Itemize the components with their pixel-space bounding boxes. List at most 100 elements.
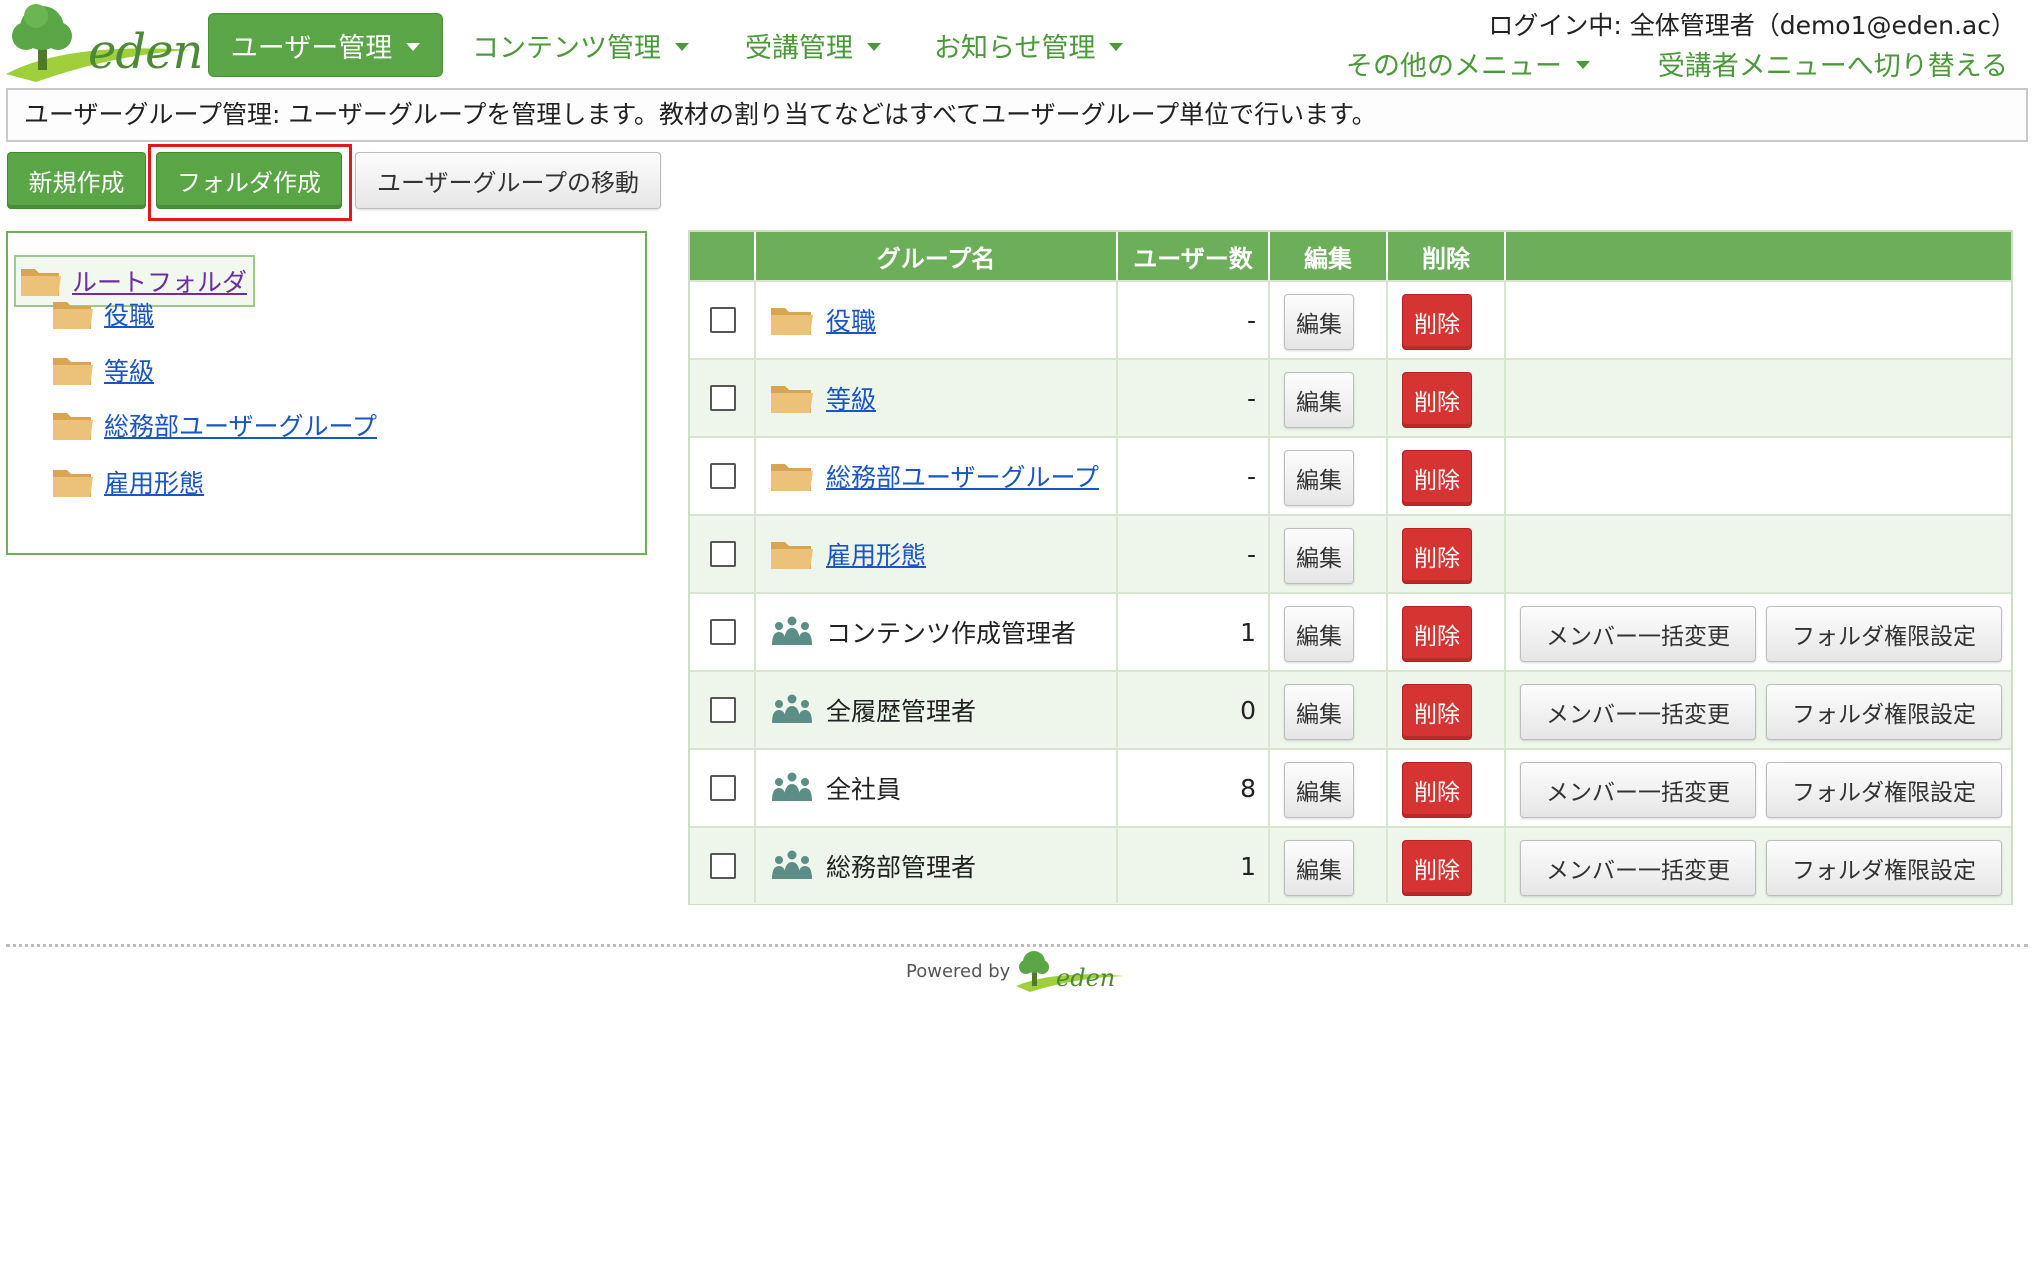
edit-button[interactable]: 編集 <box>1284 294 1354 350</box>
row-checkbox[interactable] <box>710 697 736 723</box>
user-count: 1 <box>1240 851 1256 881</box>
group-name-cell: 総務部管理者 <box>770 828 976 904</box>
edit-button[interactable]: 編集 <box>1284 450 1354 506</box>
folder-permission-button[interactable]: フォルダ権限設定 <box>1766 684 2002 740</box>
caret-down-icon <box>675 42 689 51</box>
delete-button[interactable]: 削除 <box>1402 684 1472 740</box>
table-row: 雇用形態 - 編集 削除 <box>690 514 2011 592</box>
create-folder-button[interactable]: フォルダ作成 <box>156 152 342 209</box>
nav-course-management-label: 受講管理 <box>745 32 853 64</box>
powered-by: Powered by eden <box>906 946 1125 996</box>
group-name-link[interactable]: 雇用形態 <box>826 536 926 572</box>
delete-button[interactable]: 削除 <box>1402 840 1472 896</box>
row-checkbox[interactable] <box>710 463 736 489</box>
logo-text: eden <box>88 24 203 80</box>
eden-logo[interactable]: eden <box>6 2 203 82</box>
edit-button[interactable]: 編集 <box>1284 606 1354 662</box>
nav-content-management[interactable]: コンテンツ管理 <box>472 13 689 77</box>
folder-tree: ルートフォルダ 役職 等級 総務部ユーザーグループ 雇用形態 <box>6 231 647 555</box>
table-row: 全社員 8 編集 削除 メンバー一括変更 フォルダ権限設定 <box>690 748 2011 826</box>
user-group-icon <box>770 771 814 805</box>
edit-button[interactable]: 編集 <box>1284 684 1354 740</box>
nav-notice-management[interactable]: お知らせ管理 <box>934 13 1124 77</box>
column-divider <box>754 280 756 903</box>
delete-button[interactable]: 削除 <box>1402 606 1472 662</box>
delete-button[interactable]: 削除 <box>1402 528 1472 584</box>
group-name-link[interactable]: 等級 <box>826 380 876 416</box>
row-checkbox[interactable] <box>710 541 736 567</box>
tree-folder-link[interactable]: 総務部ユーザーグループ <box>104 407 377 443</box>
delete-button[interactable]: 削除 <box>1402 762 1472 818</box>
nav-user-management-label: ユーザー管理 <box>230 32 393 64</box>
group-name-text: 全社員 <box>826 775 902 804</box>
column-divider <box>1386 280 1388 903</box>
usergroup-table: グループ名 ユーザー数 編集 削除 役職 - 編集 削除 等級 - 編集 削除 … <box>688 230 2013 905</box>
folder-permission-button[interactable]: フォルダ権限設定 <box>1766 762 2002 818</box>
tree-folder-item[interactable]: 総務部ユーザーグループ <box>52 408 377 442</box>
row-checkbox[interactable] <box>710 619 736 645</box>
edit-button[interactable]: 編集 <box>1284 762 1354 818</box>
eden-small-logo-icon: eden <box>1016 951 1125 992</box>
column-divider <box>1116 280 1118 903</box>
table-row: 総務部ユーザーグループ - 編集 削除 <box>690 436 2011 514</box>
user-group-icon <box>770 615 814 649</box>
powered-by-text: Powered by <box>906 960 1011 982</box>
nav-content-management-label: コンテンツ管理 <box>472 32 661 64</box>
table-row: 役職 - 編集 削除 <box>690 280 2011 358</box>
tree-folder-item[interactable]: 役職 <box>52 297 154 331</box>
delete-button[interactable]: 削除 <box>1402 294 1472 350</box>
group-name-cell: 全社員 <box>770 750 901 826</box>
bulk-member-change-button[interactable]: メンバー一括変更 <box>1520 606 1756 662</box>
row-checkbox[interactable] <box>710 775 736 801</box>
table-row: 等級 - 編集 削除 <box>690 358 2011 436</box>
other-menu[interactable]: その他のメニュー <box>1346 44 1590 83</box>
new-button[interactable]: 新規作成 <box>7 152 146 209</box>
header-user-count: ユーザー数 <box>1118 232 1270 280</box>
nav-course-management[interactable]: 受講管理 <box>745 13 881 77</box>
delete-button[interactable]: 削除 <box>1402 450 1472 506</box>
folder-icon <box>20 264 62 298</box>
delete-button[interactable]: 削除 <box>1402 372 1472 428</box>
move-usergroup-button[interactable]: ユーザーグループの移動 <box>355 152 661 209</box>
row-checkbox[interactable] <box>710 853 736 879</box>
folder-icon <box>770 459 814 493</box>
tree-folder-item[interactable]: 雇用形態 <box>52 465 204 499</box>
folder-icon <box>770 537 814 571</box>
switch-to-learner-menu-link[interactable]: 受講者メニューへ切り替える <box>1658 44 2008 83</box>
user-count: 1 <box>1240 617 1256 647</box>
tree-folder-link[interactable]: 等級 <box>104 352 154 388</box>
user-count: 0 <box>1240 695 1256 725</box>
folder-permission-button[interactable]: フォルダ権限設定 <box>1766 840 2002 896</box>
folder-icon <box>52 353 94 387</box>
user-count: - <box>1246 461 1256 491</box>
bulk-member-change-button[interactable]: メンバー一括変更 <box>1520 684 1756 740</box>
tree-folder-item[interactable]: 等級 <box>52 353 154 387</box>
edit-button[interactable]: 編集 <box>1284 528 1354 584</box>
bulk-member-change-button[interactable]: メンバー一括変更 <box>1520 762 1756 818</box>
column-divider <box>1268 280 1270 903</box>
group-name-text: 全履歴管理者 <box>826 697 977 726</box>
folder-icon <box>770 381 814 415</box>
header-extra <box>1506 232 2011 280</box>
tree-folder-link[interactable]: 雇用形態 <box>104 464 204 500</box>
folder-permission-button[interactable]: フォルダ権限設定 <box>1766 606 2002 662</box>
bulk-member-change-button[interactable]: メンバー一括変更 <box>1520 840 1756 896</box>
folder-icon <box>52 465 94 499</box>
table-row: 総務部管理者 1 編集 削除 メンバー一括変更 フォルダ権限設定 <box>690 826 2011 904</box>
tree-root-link[interactable]: ルートフォルダ <box>72 263 247 299</box>
header-group-name: グループ名 <box>756 232 1118 280</box>
header-checkbox-column <box>690 232 756 280</box>
edit-button[interactable]: 編集 <box>1284 372 1354 428</box>
footer-logo-text: eden <box>1056 964 1115 992</box>
edit-button[interactable]: 編集 <box>1284 840 1354 896</box>
header-delete: 削除 <box>1388 232 1506 280</box>
column-divider <box>1504 280 1506 903</box>
row-checkbox[interactable] <box>710 307 736 333</box>
group-name-cell: 総務部ユーザーグループ <box>770 438 1099 514</box>
nav-user-management[interactable]: ユーザー管理 <box>208 13 443 77</box>
row-checkbox[interactable] <box>710 385 736 411</box>
tree-folder-link[interactable]: 役職 <box>104 296 154 332</box>
caret-down-icon <box>867 42 881 51</box>
group-name-link[interactable]: 役職 <box>826 302 876 338</box>
group-name-link[interactable]: 総務部ユーザーグループ <box>826 458 1099 494</box>
